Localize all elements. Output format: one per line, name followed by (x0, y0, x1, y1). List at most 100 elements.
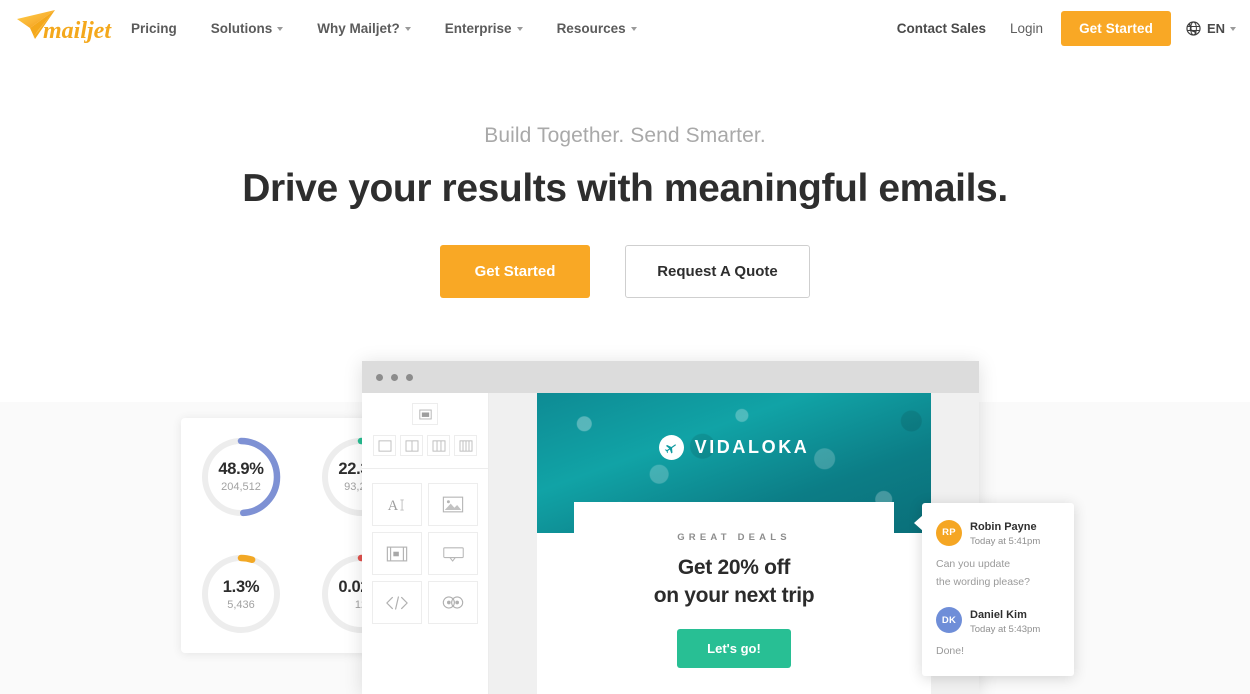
nav-label: Pricing (131, 20, 177, 36)
nav-label: Enterprise (444, 20, 512, 36)
contact-sales-link[interactable]: Contact Sales (885, 21, 998, 36)
html-code-icon[interactable] (372, 581, 422, 624)
hero-section: Build Together. Send Smarter. Drive your… (0, 56, 1250, 298)
email-headline-line2: on your next trip (653, 583, 815, 607)
email-builder-window: A VIDALOKA GREAT DEALS Get 20% off on yo… (362, 361, 979, 694)
layout-1-glyph (378, 439, 391, 452)
comments-popover: RP Robin Payne Today at 5:41pm Can you upda… (914, 503, 1074, 676)
site-header: mailjet Pricing Solutions Why Mailjet? E… (0, 0, 1250, 56)
builder-tool-sidebar: A (362, 393, 489, 694)
comment-body: Done! (936, 645, 965, 658)
hero-eyebrow: Build Together. Send Smarter. (484, 124, 766, 147)
layout-2-glyph (405, 439, 418, 452)
chevron-down-icon (404, 27, 411, 31)
chevron-down-icon (277, 27, 284, 31)
email-preview: VIDALOKA GREAT DEALS Get 20% off on your… (537, 393, 931, 694)
window-close-dot[interactable] (376, 373, 383, 381)
text-glyph: A (388, 498, 404, 514)
avatar: DK (936, 607, 962, 634)
email-offer-card: GREAT DEALS Get 20% off on your next tri… (574, 502, 894, 694)
layout-3-glyph (432, 439, 445, 452)
language-label: EN (1206, 20, 1225, 36)
tool-divider (362, 468, 488, 469)
video-icon[interactable] (428, 532, 478, 575)
donut-count: 204,512 (221, 481, 261, 494)
avatar: RP (936, 519, 962, 546)
layout-4-glyph (459, 439, 472, 452)
comment-author: Robin Payne (970, 521, 1037, 533)
mailjet-logo[interactable]: mailjet (14, 4, 120, 48)
nav-item-pricing[interactable]: Pricing (131, 0, 194, 56)
donut-metric: 48.9% 204,512 (181, 418, 301, 536)
globe-icon (1186, 20, 1201, 36)
layout-2-column-icon[interactable] (400, 435, 423, 456)
main-navigation: Pricing Solutions Why Mailjet? Enterpris… (131, 0, 654, 56)
nav-item-enterprise[interactable]: Enterprise (428, 0, 540, 56)
window-minimize-dot[interactable] (391, 373, 398, 381)
button-block-icon[interactable] (372, 532, 422, 575)
email-cta-button[interactable]: Let's go! (677, 628, 791, 668)
donut-percent: 48.9% (218, 460, 264, 479)
nav-item-why-mailjet[interactable]: Why Mailjet? (300, 0, 428, 56)
template-tool-row (372, 403, 478, 425)
comment-header: DK Daniel Kim Today at 5:43pm (936, 605, 1060, 637)
header-get-started-button[interactable]: Get Started (1061, 10, 1171, 46)
social-icon[interactable] (428, 581, 478, 624)
social-glyph (442, 596, 464, 609)
nav-item-solutions[interactable]: Solutions (194, 0, 301, 56)
airplane-badge-icon (658, 435, 684, 460)
donut-percent: 1.3% (222, 577, 260, 596)
template-icon[interactable] (412, 403, 438, 425)
svg-text:A: A (388, 498, 399, 514)
comment-item: RP Robin Payne Today at 5:41pm Can you upda… (936, 517, 1060, 592)
donut-chart: 1.3% 5,436 (198, 551, 284, 637)
layout-3-column-icon[interactable] (427, 435, 450, 456)
email-brand-name: VIDALOKA (694, 437, 810, 457)
page-title: Drive your results with meaningful email… (242, 167, 1008, 210)
header-actions: Contact Sales Login Get Started EN (885, 0, 1242, 56)
comment-item: DK Daniel Kim Today at 5:43pm Done! (936, 605, 1060, 661)
comment-author: Daniel Kim (970, 608, 1027, 621)
airplane-glyph (664, 443, 676, 453)
nav-label: Solutions (210, 20, 273, 36)
landing-page: mailjet Pricing Solutions Why Mailjet? E… (0, 0, 1250, 694)
donut-count: 5,436 (227, 598, 255, 611)
video-glyph (442, 546, 464, 562)
comment-meta: Daniel Kim Today at 5:43pm (970, 605, 1040, 637)
nav-label: Why Mailjet? (317, 20, 400, 36)
donut-metric: 1.3% 5,436 (181, 536, 301, 654)
image-glyph (442, 496, 464, 513)
button-block-glyph (386, 546, 408, 561)
comment-timestamp: Today at 5:41pm (970, 536, 1041, 547)
builder-canvas: VIDALOKA GREAT DEALS Get 20% off on your… (489, 393, 979, 694)
login-link[interactable]: Login (998, 21, 1055, 36)
layout-4-column-icon[interactable] (454, 435, 477, 456)
comment-body: Can you update the wording please? (936, 557, 1030, 589)
builder-body: A VIDALOKA GREAT DEALS Get 20% off on yo… (362, 393, 979, 694)
hero-get-started-button[interactable]: Get Started (440, 245, 590, 298)
comment-meta: Robin Payne Today at 5:41pm (970, 517, 1040, 549)
request-a-quote-button[interactable]: Request A Quote (625, 245, 810, 298)
code-glyph (386, 595, 408, 610)
paper-plane-icon: mailjet (17, 10, 112, 44)
chevron-down-icon (1230, 27, 1236, 31)
email-brand: VIDALOKA (537, 435, 931, 460)
text-icon[interactable]: A (372, 483, 422, 526)
email-headline: Get 20% off on your next trip (574, 554, 894, 610)
comment-header: RP Robin Payne Today at 5:41pm (936, 517, 1060, 549)
window-maximize-dot[interactable] (406, 373, 413, 381)
language-selector[interactable]: EN (1185, 20, 1242, 37)
chevron-down-icon (630, 27, 637, 31)
window-titlebar (362, 361, 979, 393)
donut-label: 48.9% 204,512 (198, 434, 284, 520)
svg-text:mailjet: mailjet (43, 18, 112, 44)
image-icon[interactable] (428, 483, 478, 526)
nav-item-resources[interactable]: Resources (540, 0, 654, 56)
donut-chart: 48.9% 204,512 (198, 434, 284, 520)
content-block-tools: A (372, 483, 478, 624)
donut-label: 1.3% 5,436 (198, 551, 284, 637)
layout-1-column-icon[interactable] (373, 435, 396, 456)
hero-cta-group: Get Started Request A Quote (0, 245, 1250, 298)
layout-tools-row (372, 435, 478, 456)
email-headline-line1: Get 20% off (677, 556, 791, 579)
